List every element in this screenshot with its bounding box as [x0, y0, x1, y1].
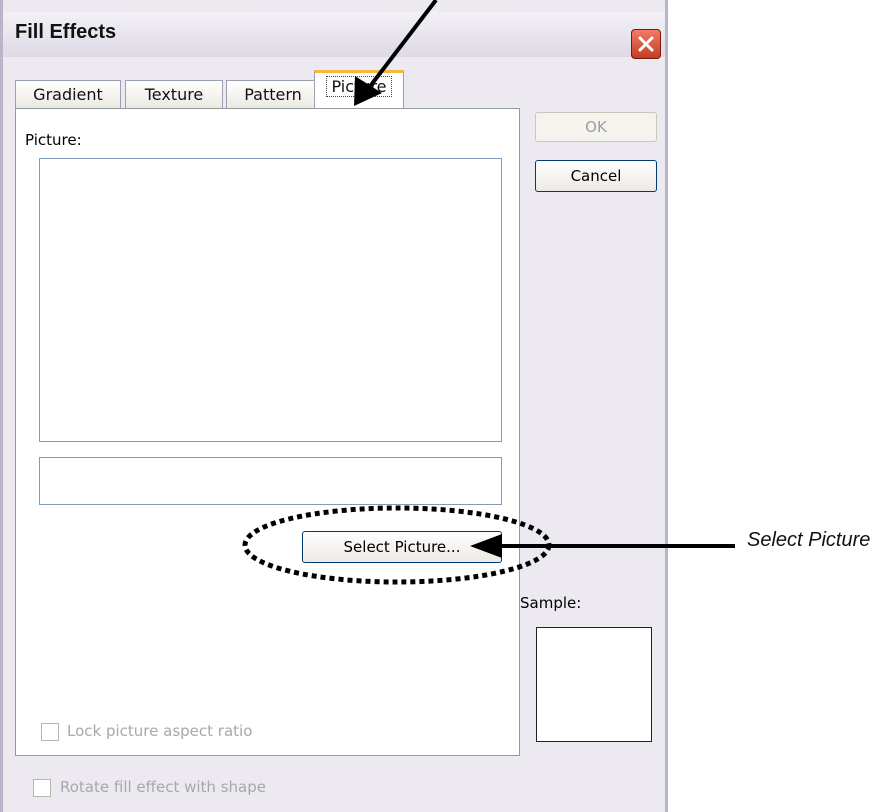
tab-pointer-arrow-icon [354, 0, 438, 106]
annotation-overlay [242, 0, 735, 585]
annotation-label: Select Picture [747, 529, 871, 551]
select-picture-pointer-arrow-icon [470, 534, 735, 558]
